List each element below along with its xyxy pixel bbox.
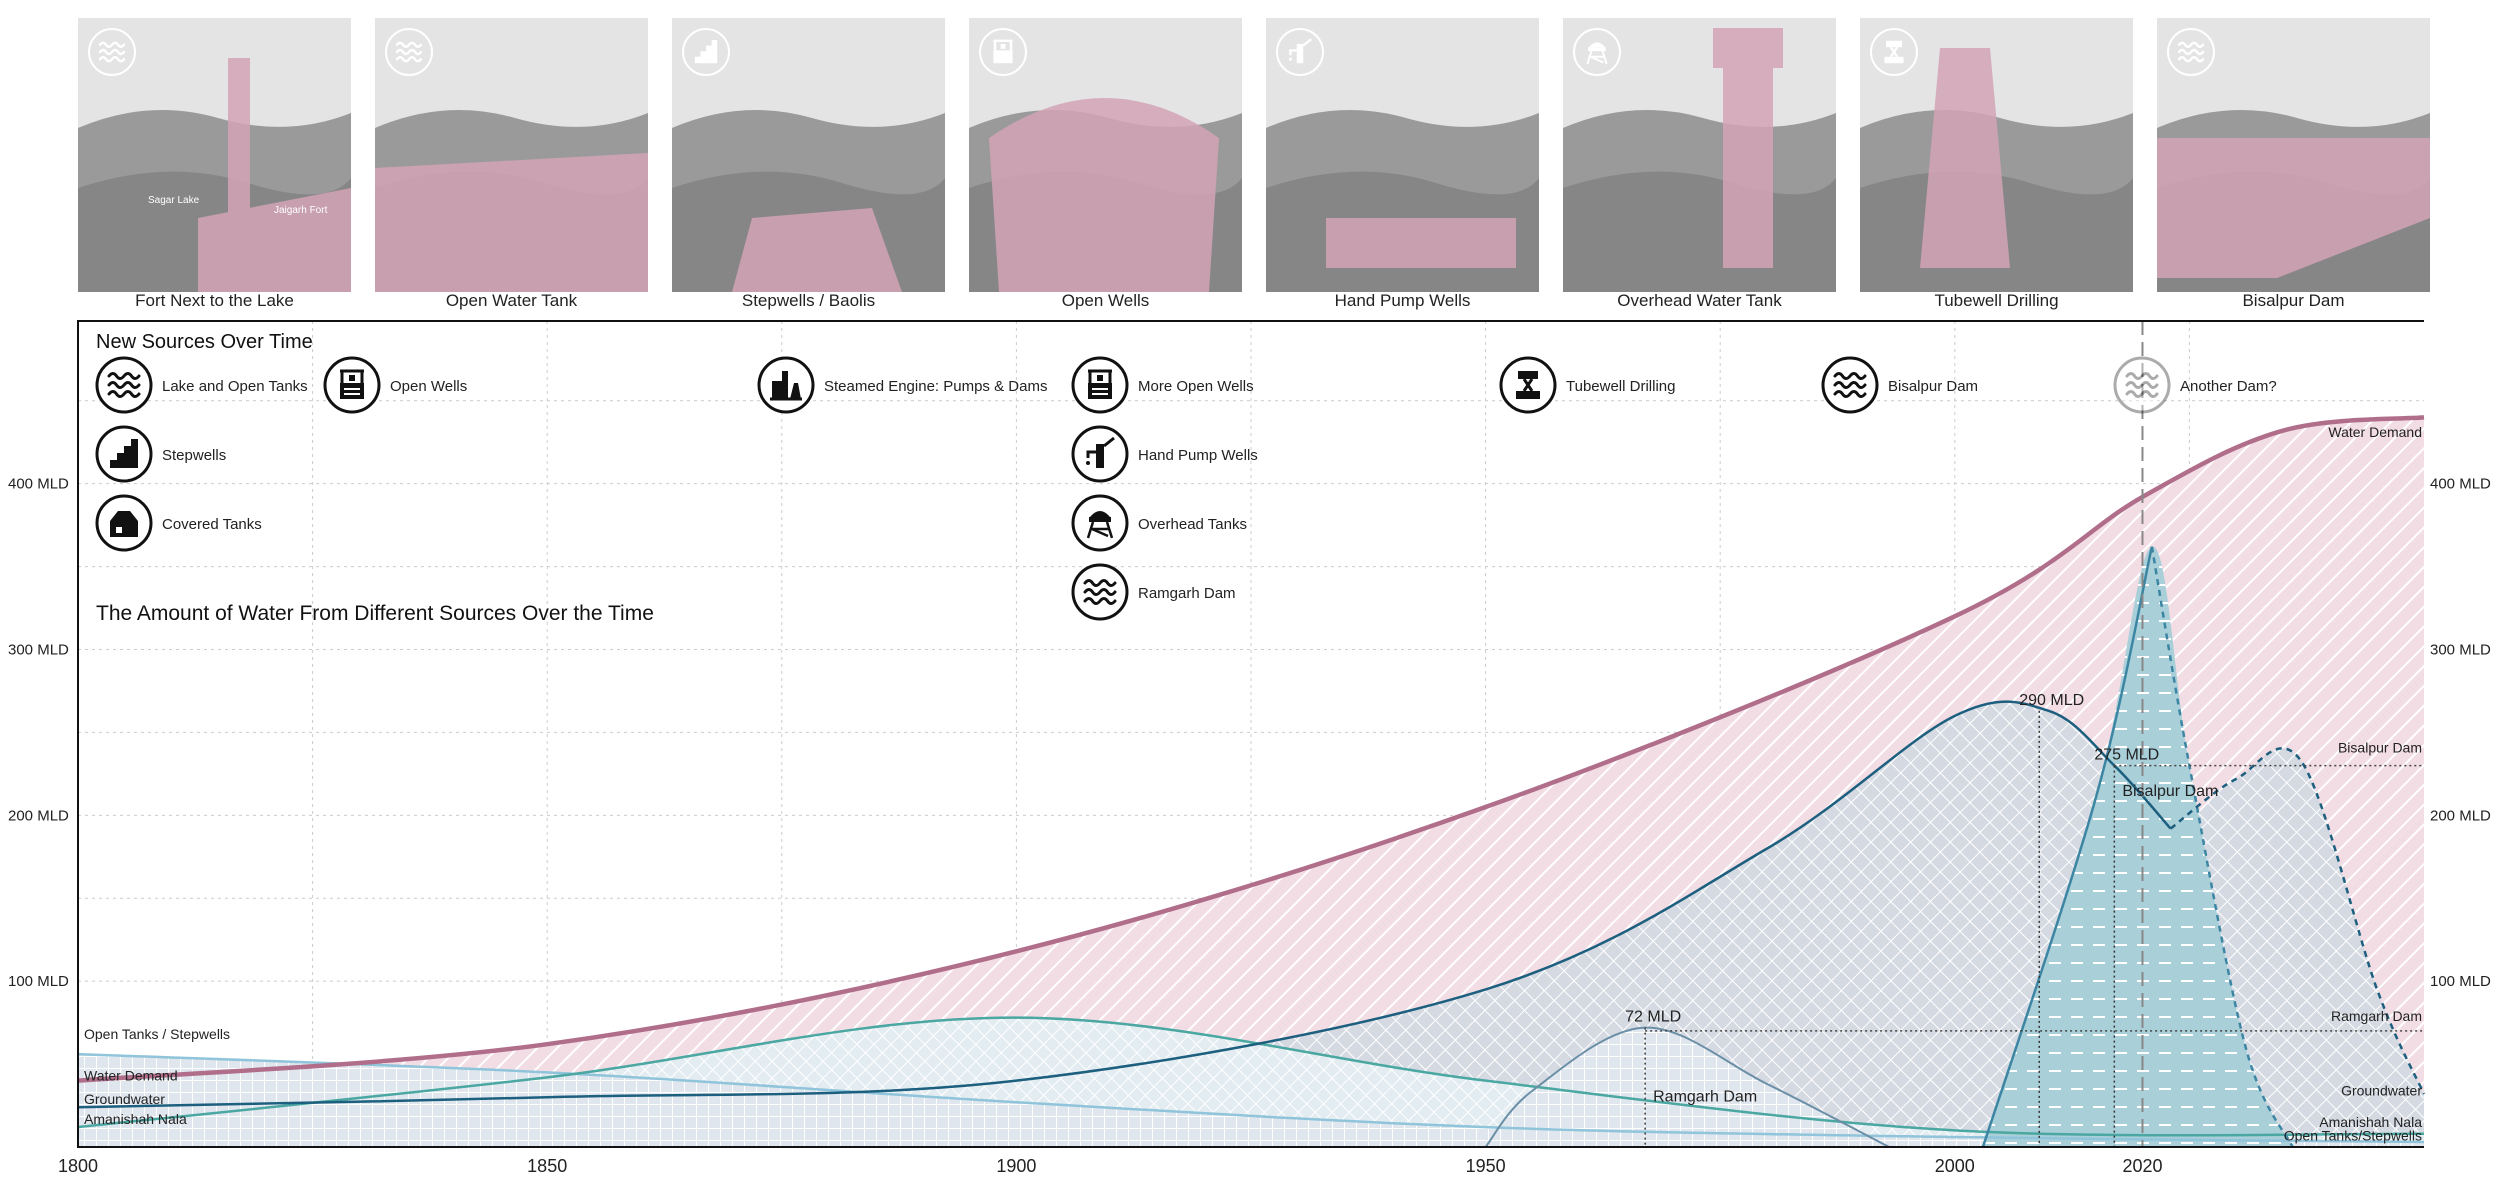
steam-engine-icon (757, 356, 815, 414)
legend-label: Bisalpur Dam (1888, 378, 1978, 395)
waves-icon (95, 356, 153, 414)
series-label-left: Open Tanks / Stepwells (84, 1026, 230, 1042)
y-tick-label-left: 200 MLD (8, 807, 69, 824)
series-label-left: Groundwater (84, 1091, 165, 1107)
legend-label: Ramgarh Dam (1138, 585, 1236, 602)
legend-label: Lake and Open Tanks (162, 378, 308, 395)
x-tick-label: 1800 (58, 1156, 98, 1176)
legend-label: Hand Pump Wells (1138, 447, 1258, 464)
x-tick-label: 1850 (527, 1156, 567, 1176)
water-tower-icon (1071, 494, 1129, 552)
water-sources-chart: 1800 1850 1900 1950 2000 2020 100 MLD 100 MLD 20… (8, 320, 2491, 1176)
annotation-label: 275 MLD (2094, 747, 2159, 764)
drill-icon (1499, 356, 1557, 414)
y-tick-label-right: 100 MLD (2430, 973, 2491, 990)
annotation-label: 72 MLD (1625, 1009, 1681, 1026)
hand-pump-icon (1071, 425, 1129, 483)
y-tick-label-left: 400 MLD (8, 476, 69, 493)
series-label-right: Bisalpur Dam (2338, 739, 2422, 755)
annotation-label: Ramgarh Dam (1653, 1088, 1757, 1105)
waves-icon (2113, 356, 2171, 414)
legend-label: Tubewell Drilling (1566, 378, 1675, 395)
waves-icon (1821, 356, 1879, 414)
legend-label: Stepwells (162, 447, 226, 464)
series-label-right: Groundwater (2341, 1083, 2422, 1099)
series-label-right: Open Tanks/Stepwells (2284, 1127, 2422, 1143)
series-label-left: Water Demand (84, 1068, 178, 1084)
y-tick-label-left: 100 MLD (8, 973, 69, 990)
legend-label: More Open Wells (1138, 378, 1254, 395)
legend-label: Another Dam? (2180, 378, 2277, 395)
legend-title: New Sources Over Time (96, 331, 313, 353)
y-tick-label-right: 300 MLD (2430, 642, 2491, 659)
waves-icon (1071, 563, 1129, 621)
annotation-label: Bisalpur Dam (2122, 783, 2218, 800)
series-label-right: Ramgarh Dam (2331, 1008, 2422, 1024)
legend-label: Steamed Engine: Pumps & Dams (824, 378, 1047, 395)
legend-label: Overhead Tanks (1138, 516, 1247, 533)
annotation-label: 290 MLD (2019, 692, 2084, 709)
legend-label: Covered Tanks (162, 516, 262, 533)
covered-tank-icon (95, 494, 153, 552)
well-icon (323, 356, 381, 414)
y-tick-label-left: 300 MLD (8, 642, 69, 659)
x-tick-label: 1950 (1466, 1156, 1506, 1176)
chart-title: The Amount of Water From Different Sourc… (96, 602, 654, 625)
legend-label: Open Wells (390, 378, 467, 395)
y-tick-label-right: 200 MLD (2430, 807, 2491, 824)
series-label-left: Amanishah Nala (84, 1111, 187, 1127)
stepwell-icon (95, 425, 153, 483)
x-tick-label: 2000 (1935, 1156, 1975, 1176)
x-tick-label: 1900 (996, 1156, 1036, 1176)
series-label-right: Water Demand (2328, 424, 2422, 440)
x-tick-label: 2020 (2122, 1156, 2162, 1176)
y-tick-label-right: 400 MLD (2430, 476, 2491, 493)
well-icon (1071, 356, 1129, 414)
